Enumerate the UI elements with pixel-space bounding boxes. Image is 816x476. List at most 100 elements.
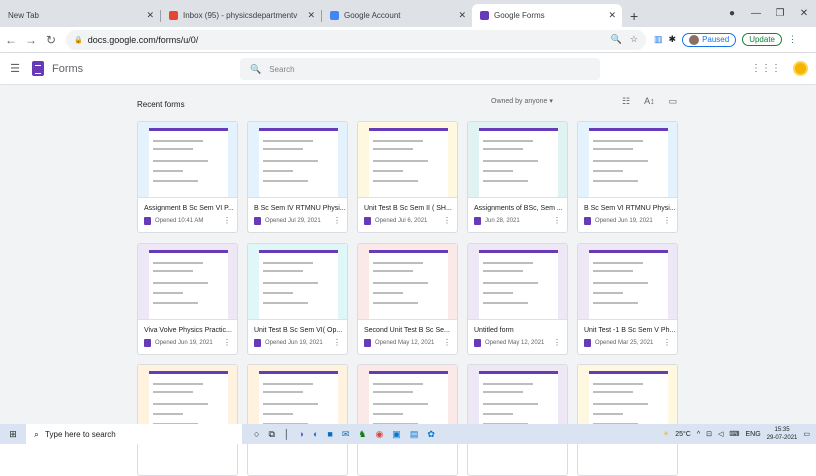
form-card[interactable]: ⋮ [247, 364, 348, 476]
profile-button[interactable]: Paused [682, 32, 737, 47]
close-tab-icon[interactable]: ✕ [458, 10, 466, 21]
preview-line [373, 160, 428, 162]
form-card[interactable]: Unit Test B Sc Sem II ( SH... Opened Jul … [357, 121, 458, 233]
form-card[interactable]: Unit Test B Sc Sem VI( Op... Opened Jun 1… [247, 243, 348, 355]
edge-icon[interactable]: ◐ [313, 429, 318, 440]
windows-start-icon[interactable]: ⊞ [0, 429, 26, 440]
more-options-icon[interactable]: ⋮ [223, 338, 231, 347]
more-options-icon[interactable]: ⋮ [443, 216, 451, 225]
tab-google-forms[interactable]: Google Forms ✕ [472, 4, 622, 27]
owner-filter-label: Owned by anyone [491, 98, 548, 105]
extension-icon[interactable]: ▥ [654, 34, 663, 45]
preview-line [373, 282, 428, 284]
preview-line [483, 391, 523, 393]
close-tab-icon[interactable]: ✕ [608, 10, 616, 21]
main-menu-icon[interactable]: ☰ [0, 62, 30, 75]
mail-icon[interactable]: ✉ [342, 429, 350, 440]
search-input[interactable]: 🔍 Search [240, 58, 600, 80]
clock[interactable]: 15:35 29-07-2021 [767, 426, 798, 442]
tab-google-account[interactable]: Google Account ✕ [322, 4, 472, 27]
preview-line [263, 270, 303, 272]
more-options-icon[interactable]: ⋮ [443, 338, 451, 347]
more-options-icon[interactable]: ⋮ [553, 338, 561, 347]
keyboard-icon[interactable]: ⌨ [729, 430, 739, 438]
app-icon[interactable]: ♞ [358, 429, 366, 440]
form-card[interactable]: ⋮ [577, 364, 678, 476]
close-window-icon[interactable]: ✕ [792, 8, 816, 19]
tab-gmail-inbox[interactable]: Inbox (95) - physicsdepartmentv ✕ [161, 4, 321, 27]
form-card[interactable]: Second Unit Test B Sc Se... Opened May 12… [357, 243, 458, 355]
preview-line [593, 148, 633, 150]
more-options-icon[interactable]: ⋮ [553, 216, 561, 225]
profile-indicator-icon[interactable]: ● [720, 8, 744, 19]
form-preview-sheet [479, 250, 558, 319]
reload-icon[interactable]: ↻ [42, 33, 60, 47]
restore-icon[interactable]: ❐ [768, 8, 792, 19]
more-options-icon[interactable]: ⋮ [663, 216, 671, 225]
preview-line [483, 383, 533, 385]
more-options-icon[interactable]: ⋮ [223, 216, 231, 225]
form-card[interactable]: ⋮ [357, 364, 458, 476]
forms-logo-icon[interactable] [32, 61, 44, 76]
network-icon[interactable]: ⊡ [706, 430, 712, 438]
store-icon[interactable]: ■ [327, 429, 332, 440]
form-card[interactable]: Assignments of BSc, Sem ... Jun 28, 2021 ⋮ [467, 121, 568, 233]
form-card[interactable]: ⋮ [467, 364, 568, 476]
form-card[interactable]: B Sc Sem VI RTMNU Physi... Opened Jun 19,… [577, 121, 678, 233]
preview-line [153, 170, 183, 172]
profile-avatar [689, 34, 700, 45]
apps-grid-icon[interactable]: ⋮⋮⋮ [751, 63, 781, 74]
list-view-icon[interactable]: ☷ [622, 96, 630, 107]
weather-temp[interactable]: 25°C [675, 431, 691, 438]
close-tab-icon[interactable]: ✕ [307, 10, 315, 21]
form-card[interactable]: Untitled form Opened May 12, 2021 ⋮ [467, 243, 568, 355]
forward-arrow-icon[interactable]: → [22, 33, 40, 47]
menu-kebab-icon[interactable]: ⋮ [788, 34, 797, 45]
form-card[interactable]: B Sc Sem IV RTMNU Physi... Opened Jul 29,… [247, 121, 348, 233]
url-bar[interactable]: 🔒 docs.google.com/forms/u/0/ 🔍 ☆ [66, 29, 646, 50]
back-arrow-icon[interactable]: ← [2, 33, 20, 47]
explorer-icon[interactable]: ▣ [392, 429, 401, 440]
system-tray: ☀ 25°C ^ ⊡ ◁ ⌨ ENG 15:35 29-07-2021 ▭ [663, 424, 810, 444]
more-options-icon[interactable]: ⋮ [333, 338, 341, 347]
folder-icon[interactable]: ▭ [669, 96, 678, 107]
puzzle-extensions-icon[interactable]: ✱ [669, 34, 677, 45]
more-options-icon[interactable]: ⋮ [333, 216, 341, 225]
notifications-icon[interactable]: ▭ [803, 430, 810, 438]
cortana-icon[interactable]: ○ [254, 429, 259, 440]
preview-line [153, 140, 203, 142]
teams-icon[interactable]: ◑ [299, 429, 304, 440]
volume-icon[interactable]: ◁ [718, 430, 723, 438]
zoom-icon[interactable]: 🔍 [611, 34, 622, 45]
lock-icon: 🔒 [74, 36, 83, 44]
language-indicator[interactable]: ENG [746, 431, 761, 438]
settings-icon[interactable]: ✿ [427, 429, 435, 440]
photos-icon[interactable]: ▤ [410, 429, 419, 440]
tray-expand-icon[interactable]: ^ [697, 431, 700, 438]
chrome-icon[interactable]: ◉ [375, 429, 383, 440]
new-tab-button[interactable]: + [622, 4, 646, 27]
bookmark-star-icon[interactable]: ☆ [630, 34, 638, 45]
close-tab-icon[interactable]: ✕ [146, 10, 154, 21]
search-icon: ⌕ [34, 428, 40, 439]
form-card[interactable]: Assignment B Sc Sem VI P... Opened 10:41 … [137, 121, 238, 233]
account-avatar[interactable] [793, 61, 808, 76]
more-options-icon[interactable]: ⋮ [663, 338, 671, 347]
app-title[interactable]: Forms [52, 63, 83, 75]
form-meta: Opened Jul 6, 2021 ⋮ [358, 212, 457, 225]
tab-new-tab[interactable]: New Tab ✕ [0, 4, 160, 27]
form-card[interactable]: Unit Test -1 B Sc Sem V Ph... Opened Mar … [577, 243, 678, 355]
update-button[interactable]: Update [742, 33, 782, 46]
form-thumbnail [468, 122, 567, 198]
minimize-icon[interactable]: — [744, 8, 768, 19]
preview-line [593, 292, 623, 294]
task-view-icon[interactable]: ⧉ [268, 429, 274, 440]
form-preview-sheet [589, 250, 668, 319]
taskbar-search-input[interactable]: ⌕ Type here to search [26, 424, 242, 444]
sort-az-icon[interactable]: A↕ [644, 96, 655, 107]
owner-filter-dropdown[interactable]: Owned by anyone ▾ [491, 97, 553, 105]
form-card[interactable]: ⋮ [137, 364, 238, 476]
preview-line [483, 282, 538, 284]
preview-line [483, 413, 513, 415]
form-card[interactable]: Viva Volve Physics Practic... Opened Jun … [137, 243, 238, 355]
